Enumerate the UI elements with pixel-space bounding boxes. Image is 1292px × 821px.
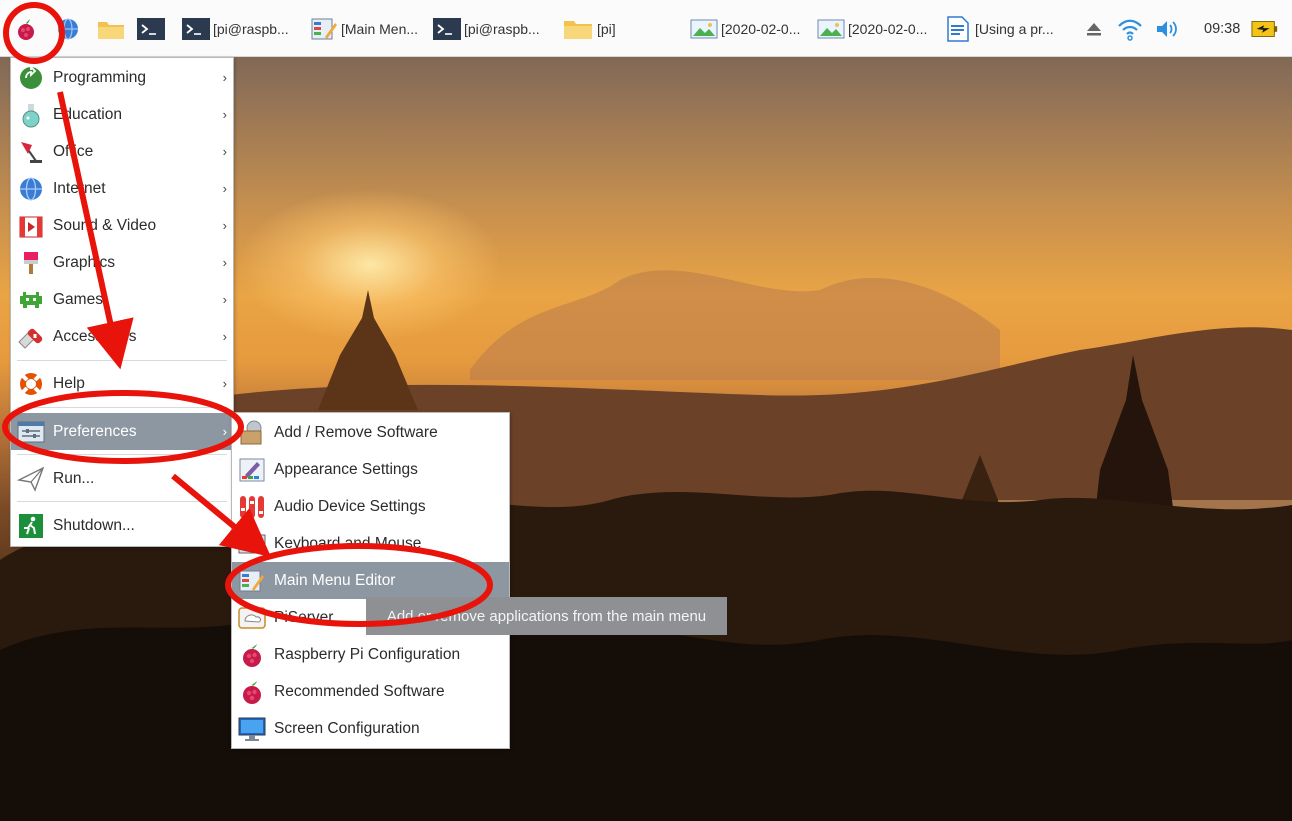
task-label: [Main Men... — [341, 21, 419, 37]
chevron-right-icon: › — [222, 255, 227, 270]
task-label: [2020-02-0... — [721, 21, 801, 37]
menu-separator — [17, 501, 227, 502]
menu-separator — [17, 454, 227, 455]
wifi-status-button[interactable] — [1116, 14, 1144, 44]
wifi-icon — [1116, 16, 1144, 42]
raspberry-icon — [238, 641, 266, 669]
taskbar-task-folder[interactable]: [pi] — [562, 14, 616, 44]
chevron-right-icon: › — [222, 218, 227, 233]
package-icon — [238, 419, 266, 447]
web-browser-launcher[interactable] — [54, 14, 82, 44]
education-flask-icon — [17, 101, 45, 129]
document-icon — [944, 16, 972, 42]
terminal-icon — [137, 16, 165, 42]
menu-item-internet[interactable]: Internet › — [11, 170, 233, 207]
office-lamp-icon — [17, 138, 45, 166]
menu-item-help[interactable]: Help › — [11, 365, 233, 402]
menu-item-graphics[interactable]: Graphics › — [11, 244, 233, 281]
menu-item-accessories[interactable]: Accessories › — [11, 318, 233, 355]
chevron-right-icon: › — [222, 70, 227, 85]
shutdown-exit-icon — [17, 512, 45, 540]
task-label: [pi] — [597, 21, 616, 37]
battery-charging-icon — [1251, 16, 1279, 42]
globe-icon — [17, 175, 45, 203]
menu-separator — [17, 360, 227, 361]
terminal-icon — [182, 16, 210, 42]
menu-item-office[interactable]: Office › — [11, 133, 233, 170]
chevron-right-icon: › — [222, 107, 227, 122]
chevron-right-icon: › — [222, 181, 227, 196]
image-viewer-icon — [817, 16, 845, 42]
menu-item-sound-video[interactable]: Sound & Video › — [11, 207, 233, 244]
eject-button[interactable] — [1080, 14, 1108, 44]
raspberry-icon — [238, 678, 266, 706]
menu-editor-icon — [310, 16, 338, 42]
chevron-right-icon: › — [222, 376, 227, 391]
keyboard-icon — [238, 530, 266, 558]
clock-text: 09:38 — [1204, 21, 1241, 37]
raspberry-icon — [12, 16, 40, 42]
globe-icon — [54, 16, 82, 42]
monitor-icon — [238, 715, 266, 743]
taskbar-task-terminal-2[interactable]: [pi@raspb... — [433, 14, 540, 44]
menu-item-shutdown[interactable]: Shutdown... — [11, 507, 233, 544]
task-label: [pi@raspb... — [213, 21, 289, 37]
menu-item-games[interactable]: Games › — [11, 281, 233, 318]
taskbar: [pi@raspb... [Main Men... [pi@raspb... [… — [0, 0, 1292, 57]
games-invader-icon — [17, 286, 45, 314]
menu-item-recommended-software[interactable]: Recommended Software — [232, 673, 509, 710]
menu-item-preferences[interactable]: Preferences › — [11, 413, 233, 450]
menu-item-raspberry-pi-configuration[interactable]: Raspberry Pi Configuration — [232, 636, 509, 673]
raspberry-menu-button[interactable] — [12, 14, 40, 44]
sound-video-icon — [17, 212, 45, 240]
programming-icon — [17, 64, 45, 92]
menu-editor-icon — [238, 567, 266, 595]
terminal-icon — [433, 16, 461, 42]
menu-item-keyboard-and-mouse[interactable]: Keyboard and Mouse — [232, 525, 509, 562]
preferences-submenu: Add / Remove Software Appearance Setting… — [231, 412, 510, 749]
menu-item-education[interactable]: Education › — [11, 96, 233, 133]
tooltip: Add or remove applications from the main… — [366, 597, 727, 635]
task-label: [Using a pr... — [975, 21, 1054, 37]
appearance-icon — [238, 456, 266, 484]
taskbar-task-image-2[interactable]: [2020-02-0... — [817, 14, 927, 44]
file-manager-launcher[interactable] — [97, 14, 125, 44]
chevron-right-icon: › — [222, 292, 227, 307]
preferences-icon — [17, 418, 45, 446]
eject-icon — [1080, 16, 1108, 42]
power-status-button[interactable] — [1251, 14, 1279, 44]
audio-mixer-icon — [238, 493, 266, 521]
folder-icon — [97, 16, 125, 42]
volume-button[interactable] — [1154, 14, 1182, 44]
folder-icon — [562, 16, 594, 42]
taskbar-task-terminal-1[interactable]: [pi@raspb... — [182, 14, 289, 44]
menu-item-programming[interactable]: Programming › — [11, 59, 233, 96]
main-menu: Programming › Education › Office › Inter… — [10, 57, 234, 547]
menu-item-run[interactable]: Run... — [11, 460, 233, 497]
chevron-right-icon: › — [222, 329, 227, 344]
taskbar-task-document[interactable]: [Using a pr... — [944, 14, 1054, 44]
task-label: [pi@raspb... — [464, 21, 540, 37]
graphics-brush-icon — [17, 249, 45, 277]
task-label: [2020-02-0... — [848, 21, 928, 37]
menu-item-appearance-settings[interactable]: Appearance Settings — [232, 451, 509, 488]
run-paperplane-icon — [17, 465, 45, 493]
chevron-right-icon: › — [222, 424, 227, 439]
menu-item-screen-configuration[interactable]: Screen Configuration — [232, 710, 509, 747]
image-viewer-icon — [690, 16, 718, 42]
menu-item-main-menu-editor[interactable]: Main Menu Editor — [232, 562, 509, 599]
help-lifebuoy-icon — [17, 370, 45, 398]
accessories-knife-icon — [17, 323, 45, 351]
taskbar-task-menu-editor[interactable]: [Main Men... — [310, 14, 418, 44]
menu-separator — [17, 407, 227, 408]
terminal-launcher[interactable] — [137, 14, 165, 44]
menu-item-add-remove-software[interactable]: Add / Remove Software — [232, 414, 509, 451]
taskbar-task-image-1[interactable]: [2020-02-0... — [690, 14, 800, 44]
volume-icon — [1154, 16, 1182, 42]
piserver-icon — [238, 604, 266, 632]
menu-item-audio-device-settings[interactable]: Audio Device Settings — [232, 488, 509, 525]
clock[interactable]: 09:38 — [1201, 14, 1240, 44]
chevron-right-icon: › — [222, 144, 227, 159]
